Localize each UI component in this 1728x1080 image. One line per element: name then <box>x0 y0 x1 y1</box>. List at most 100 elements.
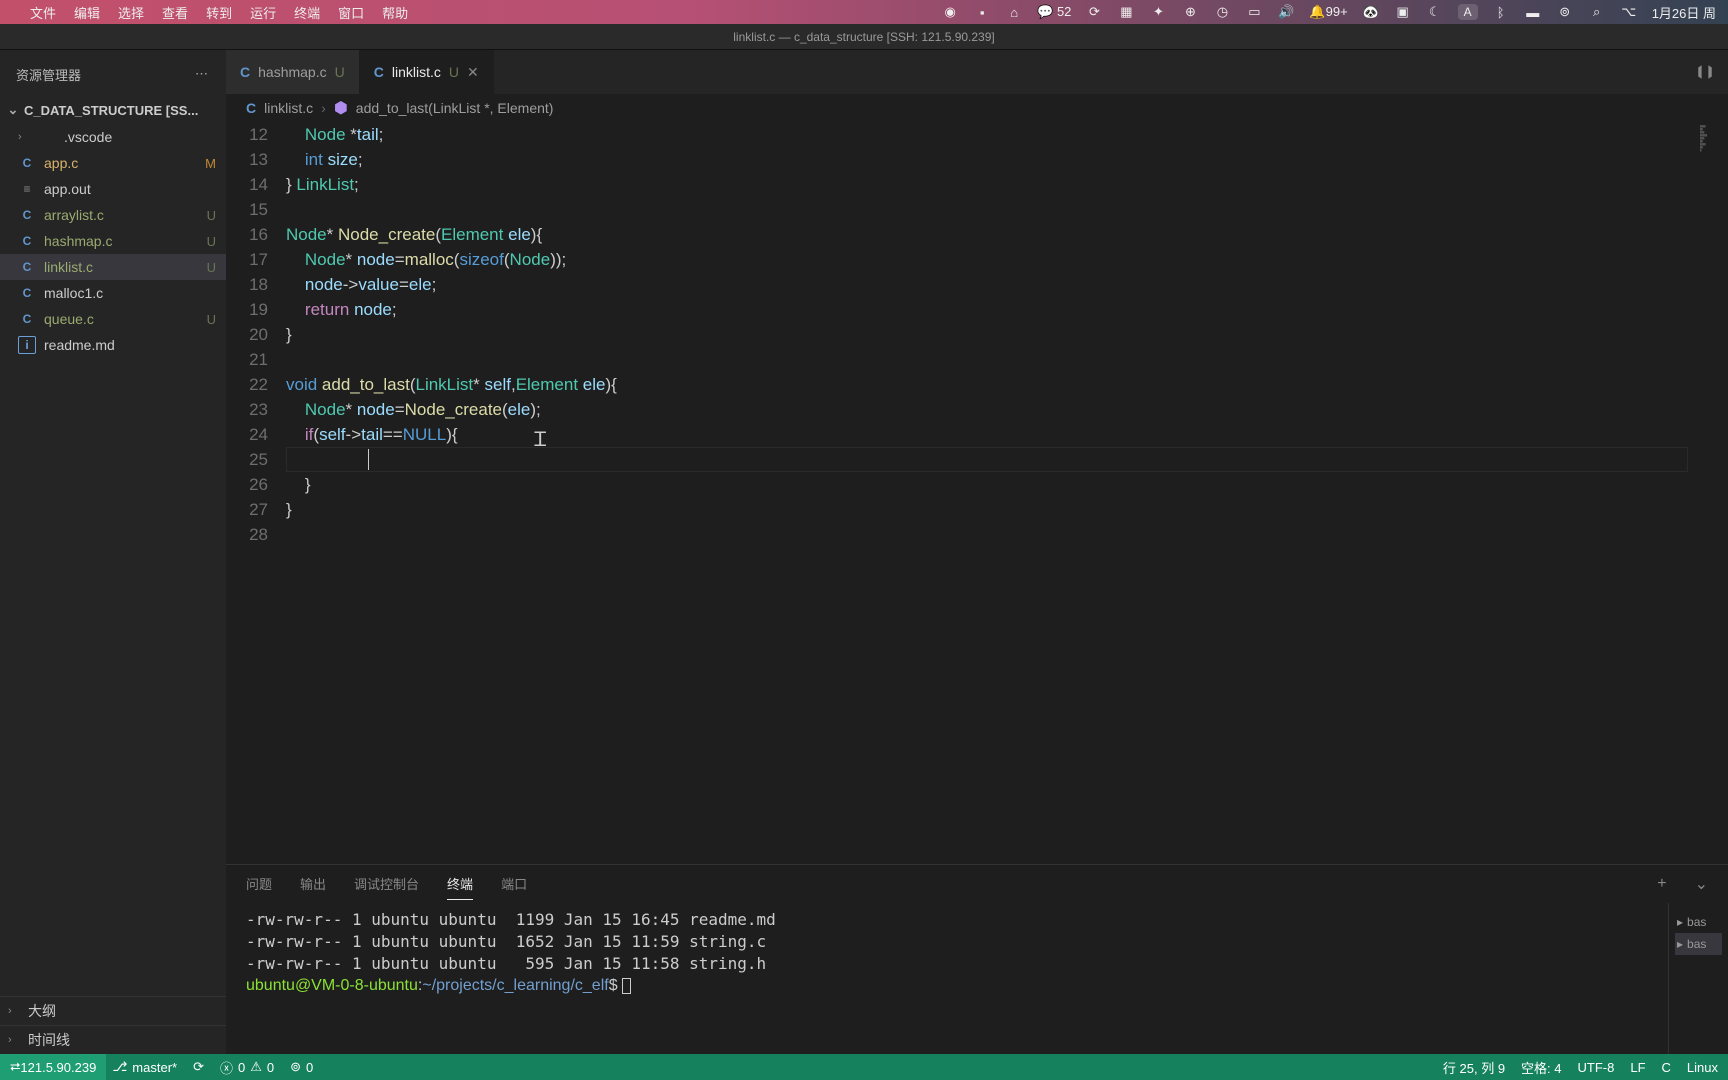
chevron-down-icon: ⌄ <box>6 102 20 118</box>
os-indicator[interactable]: Linux <box>1687 1060 1718 1075</box>
problems-count[interactable]: ⓧ0 ⚠0 <box>220 1058 274 1077</box>
stop-icon[interactable]: ▪ <box>973 3 991 21</box>
editor-tabs: Chashmap.c U Clinklist.cU✕ <box>226 50 1728 94</box>
breadcrumb-file[interactable]: linklist.c <box>264 100 313 116</box>
folder-name: C_DATA_STRUCTURE [SS... <box>24 103 198 118</box>
chevron-down-icon[interactable]: ⌄ <box>1695 874 1708 894</box>
menu-window[interactable]: 窗口 <box>338 3 364 22</box>
app-icon[interactable]: ⌂ <box>1005 3 1023 21</box>
tree-item[interactable]: Carraylist.cU <box>0 202 226 228</box>
terminal-instance[interactable]: ▸bas <box>1675 911 1722 933</box>
indent-setting[interactable]: 空格: 4 <box>1521 1058 1561 1077</box>
plus-icon[interactable]: + <box>1657 875 1666 893</box>
panda-icon[interactable]: 🐼 <box>1362 3 1380 21</box>
moon-icon[interactable]: ☾ <box>1426 3 1444 21</box>
tree-item[interactable]: Chashmap.cU <box>0 228 226 254</box>
tree-item[interactable]: ≡app.out <box>0 176 226 202</box>
broadcast-icon: ⊚ <box>290 1059 301 1075</box>
line-gutter: 1213141516171819202122232425262728 <box>226 122 286 864</box>
search-icon[interactable]: ⌕ <box>1588 3 1606 21</box>
menu-select[interactable]: 选择 <box>118 3 144 22</box>
timer-icon[interactable]: ◷ <box>1213 3 1231 21</box>
chevron-right-icon: › <box>321 100 326 116</box>
tab-label: hashmap.c <box>258 64 326 80</box>
bird-icon[interactable]: ✦ <box>1149 3 1167 21</box>
panel-tab[interactable]: 调试控制台 <box>354 868 419 900</box>
language-mode[interactable]: C <box>1662 1060 1671 1075</box>
breadcrumb-symbol[interactable]: add_to_last(LinkList *, Element) <box>356 100 554 116</box>
menu-terminal[interactable]: 终端 <box>294 3 320 22</box>
file-name: app.out <box>44 181 216 197</box>
compare-icon[interactable] <box>1682 50 1728 94</box>
menu-run[interactable]: 运行 <box>250 3 276 22</box>
menu-help[interactable]: 帮助 <box>382 3 408 22</box>
panel-tab[interactable]: 端口 <box>501 868 527 900</box>
file-name: linklist.c <box>44 259 199 275</box>
ports[interactable]: ⊚ 0 <box>290 1059 313 1075</box>
outline-label: 大纲 <box>28 1001 56 1021</box>
display-icon[interactable]: ▭ <box>1245 3 1263 21</box>
menu-goto[interactable]: 转到 <box>206 3 232 22</box>
c-file-icon: C <box>18 232 36 250</box>
timeline-section[interactable]: › 时间线 <box>0 1025 226 1054</box>
editor-tab[interactable]: Clinklist.cU✕ <box>360 50 494 94</box>
git-branch[interactable]: ⎇ master* <box>112 1059 177 1075</box>
cursor-position[interactable]: 行 25, 列 9 <box>1443 1058 1505 1077</box>
symbol-icon: ⬢ <box>334 98 348 118</box>
notif-icon[interactable]: 🔔99+ <box>1309 4 1347 20</box>
terminal-output[interactable]: -rw-rw-r-- 1 ubuntu ubuntu 1199 Jan 15 1… <box>226 903 1668 1054</box>
minimap[interactable]: ██████████████████████████ <box>1698 122 1728 864</box>
menu-view[interactable]: 查看 <box>162 3 188 22</box>
info-icon: i <box>18 336 36 354</box>
tab-label: linklist.c <box>392 64 441 80</box>
tree-item[interactable]: Cmalloc1.c <box>0 280 226 306</box>
sync-icon[interactable]: ⟳ <box>193 1059 204 1075</box>
clock[interactable]: 1月26日 周 <box>1652 3 1716 22</box>
c-file-icon: C <box>18 258 36 276</box>
app2-icon[interactable]: ▦ <box>1117 3 1135 21</box>
file-name: readme.md <box>44 337 216 353</box>
editor-tab[interactable]: Chashmap.c U <box>226 50 360 94</box>
input-method-icon[interactable]: A <box>1458 4 1478 20</box>
encoding[interactable]: UTF-8 <box>1578 1060 1615 1075</box>
code-editor[interactable]: 1213141516171819202122232425262728 Node … <box>226 122 1728 864</box>
terminal-icon: ▸ <box>1677 915 1683 929</box>
more-icon[interactable]: ⋯ <box>195 66 210 82</box>
panel-tab[interactable]: 输出 <box>300 868 326 900</box>
tree-item[interactable]: i readme.md <box>0 332 226 358</box>
bottom-panel: 问题输出调试控制台终端端口 + ⌄ -rw-rw-r-- 1 ubuntu ub… <box>226 864 1728 1054</box>
wifi-icon[interactable]: ⊚ <box>1556 3 1574 21</box>
panel-tab[interactable]: 终端 <box>447 868 473 900</box>
close-icon[interactable]: ✕ <box>467 64 479 81</box>
chevron-right-icon: › <box>18 131 30 143</box>
terminal-side: ▸bas ▸bas <box>1668 903 1728 1054</box>
battery-icon[interactable]: ▬ <box>1524 3 1542 21</box>
tree-item[interactable]: Clinklist.cU <box>0 254 226 280</box>
tree-item[interactable]: Cqueue.cU <box>0 306 226 332</box>
tree-item[interactable]: Capp.cM <box>0 150 226 176</box>
docker-icon[interactable]: ▣ <box>1394 3 1412 21</box>
menu-file[interactable]: 文件 <box>30 3 56 22</box>
folder-root[interactable]: ⌄ C_DATA_STRUCTURE [SS... <box>0 98 226 122</box>
breadcrumb[interactable]: C linklist.c › ⬢ add_to_last(LinkList *,… <box>226 94 1728 122</box>
chevron-right-icon: › <box>8 1034 20 1046</box>
bluetooth-icon[interactable]: ᛒ <box>1492 3 1510 21</box>
menu-edit[interactable]: 编辑 <box>74 3 100 22</box>
volume-icon[interactable]: 🔊 <box>1277 3 1295 21</box>
control-center-icon[interactable]: ⌥ <box>1620 3 1638 21</box>
c-file-icon: C <box>240 64 250 80</box>
outline-section[interactable]: › 大纲 <box>0 996 226 1025</box>
terminal-instance[interactable]: ▸bas <box>1675 933 1722 955</box>
globe-icon[interactable]: ⊕ <box>1181 3 1199 21</box>
panel-tab[interactable]: 问题 <box>246 868 272 900</box>
tree-item[interactable]: ›.vscode <box>0 124 226 150</box>
remote-host[interactable]: ⮂ 121.5.90.239 <box>0 1054 106 1080</box>
wechat-icon[interactable]: 💬 52 <box>1037 4 1071 20</box>
code-content[interactable]: Node *tail; int size;} LinkList;Node* No… <box>286 122 1698 864</box>
file-name: queue.c <box>44 311 199 327</box>
folder-icon <box>38 128 56 146</box>
scm-badge: U <box>335 64 345 80</box>
record-icon[interactable]: ◉ <box>941 3 959 21</box>
eol[interactable]: LF <box>1630 1060 1645 1075</box>
sync-icon[interactable]: ⟳ <box>1085 3 1103 21</box>
